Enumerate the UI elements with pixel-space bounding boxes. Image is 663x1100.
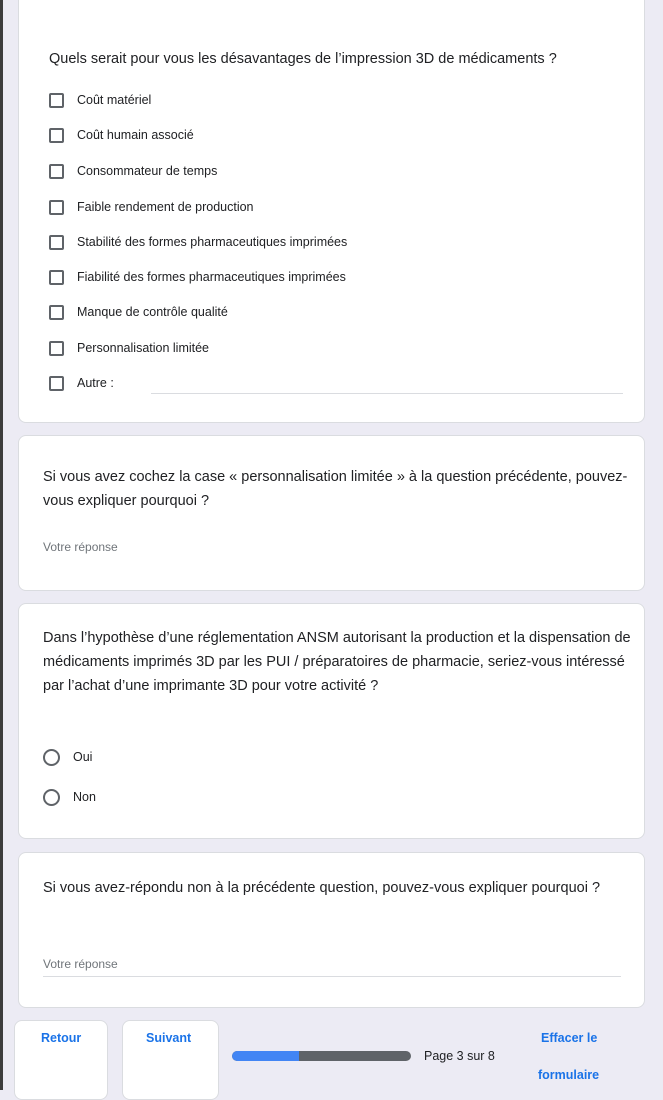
- checkbox-option[interactable]: Personnalisation limitée: [49, 338, 209, 358]
- question-card-disadvantages: Quels serait pour vous les désavantages …: [18, 0, 645, 423]
- checkbox-option[interactable]: Coût matériel: [49, 90, 151, 110]
- option-label: Autre :: [77, 376, 114, 390]
- checkbox-icon[interactable]: [49, 92, 64, 108]
- checkbox-option[interactable]: Fiabilité des formes pharmaceutiques imp…: [49, 267, 346, 287]
- checkbox-icon[interactable]: [49, 269, 64, 285]
- checkbox-option[interactable]: Manque de contrôle qualité: [49, 302, 228, 322]
- radio-icon[interactable]: [43, 748, 60, 766]
- question-title: Si vous avez cochez la case « personnali…: [43, 469, 628, 509]
- question-title: Si vous avez-répondu non à la précédente…: [43, 880, 601, 896]
- option-label: Coût humain associé: [77, 128, 194, 142]
- answer-underline: [43, 976, 621, 977]
- progress-bar-fill: [232, 1051, 300, 1061]
- answer-input[interactable]: Votre réponse: [43, 957, 118, 971]
- checkbox-icon[interactable]: [49, 127, 64, 143]
- checkbox-option-other[interactable]: Autre :: [49, 373, 114, 393]
- option-label: Personnalisation limitée: [77, 341, 210, 355]
- checkbox-option[interactable]: Coût humain associé: [49, 125, 194, 145]
- question-card-why-not: Si vous avez-répondu non à la précédente…: [18, 852, 645, 1008]
- option-label: Manque de contrôle qualité: [77, 305, 228, 319]
- question-card-personalisation: Si vous avez cochez la case « personnali…: [18, 435, 645, 591]
- radio-option-non[interactable]: Non: [43, 787, 96, 807]
- radio-icon[interactable]: [43, 788, 60, 806]
- other-text-input[interactable]: [151, 393, 623, 394]
- back-button[interactable]: Retour: [41, 1031, 81, 1045]
- checkbox-icon[interactable]: [49, 304, 64, 320]
- option-label: Coût matériel: [77, 93, 152, 107]
- radio-option-oui[interactable]: Oui: [43, 747, 92, 767]
- answer-input[interactable]: Votre réponse: [43, 540, 118, 554]
- progress-bar: [232, 1051, 411, 1061]
- clear-form-button-line1[interactable]: Effacer le: [541, 1031, 597, 1045]
- question-card-ansm: Dans l’hypothèse d’une réglementation AN…: [18, 603, 645, 839]
- checkbox-option[interactable]: Consommateur de temps: [49, 161, 217, 181]
- question-title: Dans l’hypothèse d’une réglementation AN…: [43, 630, 631, 694]
- clear-form-button-line2[interactable]: formulaire: [538, 1068, 599, 1082]
- checkbox-option[interactable]: Faible rendement de production: [49, 197, 254, 217]
- option-label: Consommateur de temps: [77, 164, 218, 178]
- page-indicator: Page 3 sur 8: [424, 1049, 495, 1063]
- option-label: Faible rendement de production: [77, 200, 254, 214]
- option-label: Fiabilité des formes pharmaceutiques imp…: [77, 270, 346, 284]
- checkbox-icon[interactable]: [49, 199, 64, 215]
- question-title: Quels serait pour vous les désavantages …: [49, 51, 557, 67]
- option-label: Oui: [73, 750, 93, 764]
- checkbox-icon[interactable]: [49, 234, 64, 250]
- checkbox-icon[interactable]: [49, 375, 64, 391]
- checkbox-icon[interactable]: [49, 163, 64, 179]
- left-border: [0, 0, 3, 1090]
- checkbox-icon[interactable]: [49, 340, 64, 356]
- option-label: Non: [73, 790, 96, 804]
- checkbox-option[interactable]: Stabilité des formes pharmaceutiques imp…: [49, 232, 347, 252]
- next-button[interactable]: Suivant: [146, 1031, 191, 1045]
- option-label: Stabilité des formes pharmaceutiques imp…: [77, 235, 348, 249]
